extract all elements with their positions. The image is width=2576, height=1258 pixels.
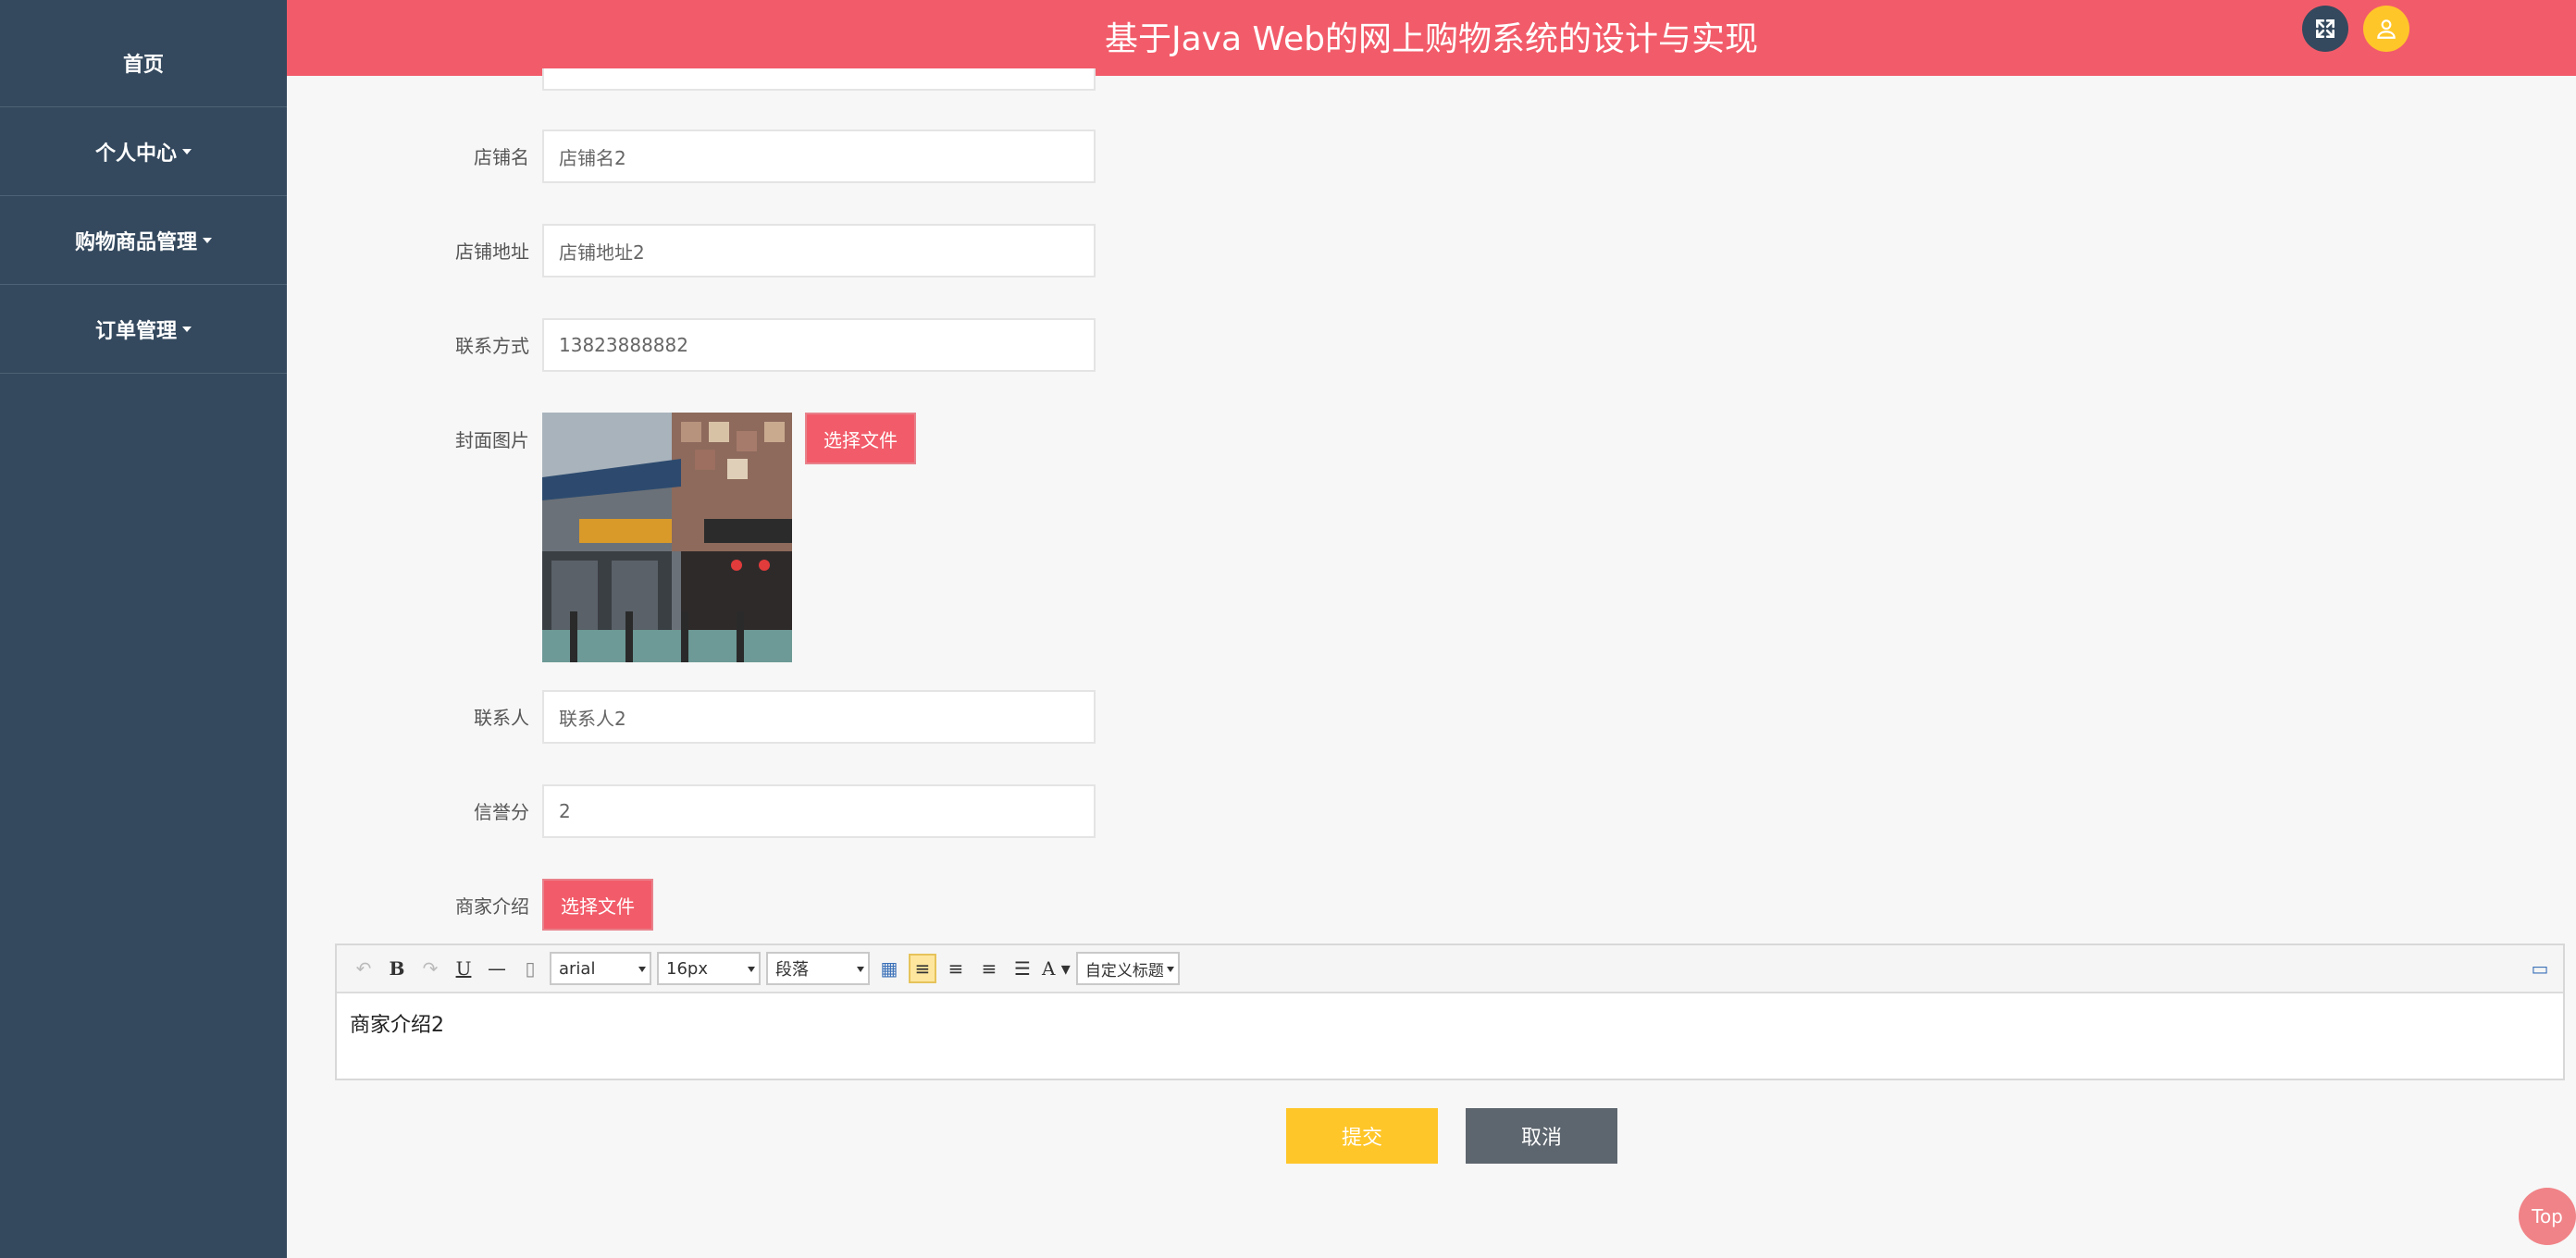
paragraph-select[interactable]: 段落: [766, 952, 870, 985]
cover-choose-file-button[interactable]: 选择文件: [805, 413, 916, 464]
sidebar: 首页 个人中心 购物商品管理 订单管理: [0, 0, 287, 1258]
expand-icon: [2316, 19, 2334, 38]
underline-icon[interactable]: U: [450, 954, 477, 983]
sidebar-item-product-management[interactable]: 购物商品管理: [0, 196, 287, 285]
font-size-value: 16px: [666, 958, 708, 979]
shop-name-input[interactable]: 店铺名2: [542, 130, 1096, 183]
sidebar-item-label: 个人中心: [94, 142, 177, 166]
sidebar-item-home[interactable]: 首页: [0, 18, 287, 107]
horizontal-rule-icon[interactable]: —: [483, 954, 511, 983]
chevron-down-icon: [748, 967, 755, 972]
user-icon: [2377, 19, 2396, 39]
main-content: 店铺名 店铺名2 店铺地址 店铺地址2 联系方式 13823888882 封面图…: [287, 68, 2576, 1258]
font-color-icon[interactable]: A ▾: [1042, 954, 1071, 983]
rich-text-editor: ↶ B ↷ U — ▯ arial 16px 段落 ▦ ≡ ≡ ≡ ☰ A ▾ …: [335, 944, 2565, 1080]
paragraph-value: 段落: [775, 960, 809, 980]
preview-icon[interactable]: ▭: [2526, 954, 2554, 983]
sidebar-item-label: 购物商品管理: [74, 230, 197, 254]
align-justify-icon[interactable]: ☰: [1009, 954, 1036, 983]
font-size-select[interactable]: 16px: [657, 952, 761, 985]
previous-field-input[interactable]: [542, 68, 1096, 91]
font-family-select[interactable]: arial: [550, 952, 651, 985]
align-right-icon[interactable]: ≡: [942, 954, 970, 983]
align-left-icon[interactable]: ≡: [909, 954, 936, 983]
font-family-value: arial: [559, 958, 596, 979]
fullscreen-button[interactable]: [2302, 6, 2348, 52]
contact-input[interactable]: 13823888882: [542, 318, 1096, 372]
editor-toolbar: ↶ B ↷ U — ▯ arial 16px 段落 ▦ ≡ ≡ ≡ ☰ A ▾ …: [337, 945, 2563, 993]
credit-score-input[interactable]: 2: [542, 784, 1096, 838]
shop-name-label: 店铺名: [474, 146, 529, 168]
chevron-down-icon: [857, 967, 864, 972]
page-title: 基于Java Web的网上购物系统的设计与实现: [1105, 20, 1758, 58]
document-icon[interactable]: ▯: [516, 954, 544, 983]
credit-score-label: 信誉分: [474, 801, 529, 823]
custom-title-value: 自定义标题: [1084, 961, 1164, 980]
merchant-intro-label: 商家介绍: [455, 895, 529, 918]
contact-person-label: 联系人: [474, 707, 529, 729]
redo-icon[interactable]: ↷: [416, 954, 444, 983]
sidebar-item-order-management[interactable]: 订单管理: [0, 285, 287, 374]
sidebar-item-label: 订单管理: [94, 319, 177, 343]
shop-address-label: 店铺地址: [455, 240, 529, 263]
chevron-down-icon: [1166, 967, 1174, 972]
bold-icon[interactable]: B: [383, 954, 411, 983]
chevron-down-icon: [638, 967, 646, 972]
user-avatar-button[interactable]: [2363, 6, 2409, 52]
contact-label: 联系方式: [455, 335, 529, 357]
editor-content[interactable]: 商家介绍2: [337, 993, 2563, 1053]
undo-icon[interactable]: ↶: [350, 954, 378, 983]
header-bar: 基于Java Web的网上购物系统的设计与实现: [287, 0, 2576, 76]
cover-image-label: 封面图片: [455, 429, 529, 451]
caret-down-icon: [182, 326, 192, 332]
align-center-icon[interactable]: ≡: [975, 954, 1003, 983]
custom-title-select[interactable]: 自定义标题: [1075, 952, 1180, 985]
sidebar-item-personal-center[interactable]: 个人中心: [0, 107, 287, 196]
shop-address-input[interactable]: 店铺地址2: [542, 224, 1096, 278]
table-icon[interactable]: ▦: [875, 954, 903, 983]
caret-down-icon: [203, 237, 212, 243]
sidebar-item-label: 首页: [122, 53, 164, 77]
caret-down-icon: [182, 148, 192, 154]
submit-button[interactable]: 提交: [1286, 1108, 1438, 1164]
intro-choose-file-button[interactable]: 选择文件: [542, 879, 653, 931]
cover-image: [542, 413, 792, 662]
contact-person-input[interactable]: 联系人2: [542, 690, 1096, 744]
back-to-top-button[interactable]: Top: [2519, 1188, 2576, 1245]
cancel-button[interactable]: 取消: [1466, 1108, 1617, 1164]
